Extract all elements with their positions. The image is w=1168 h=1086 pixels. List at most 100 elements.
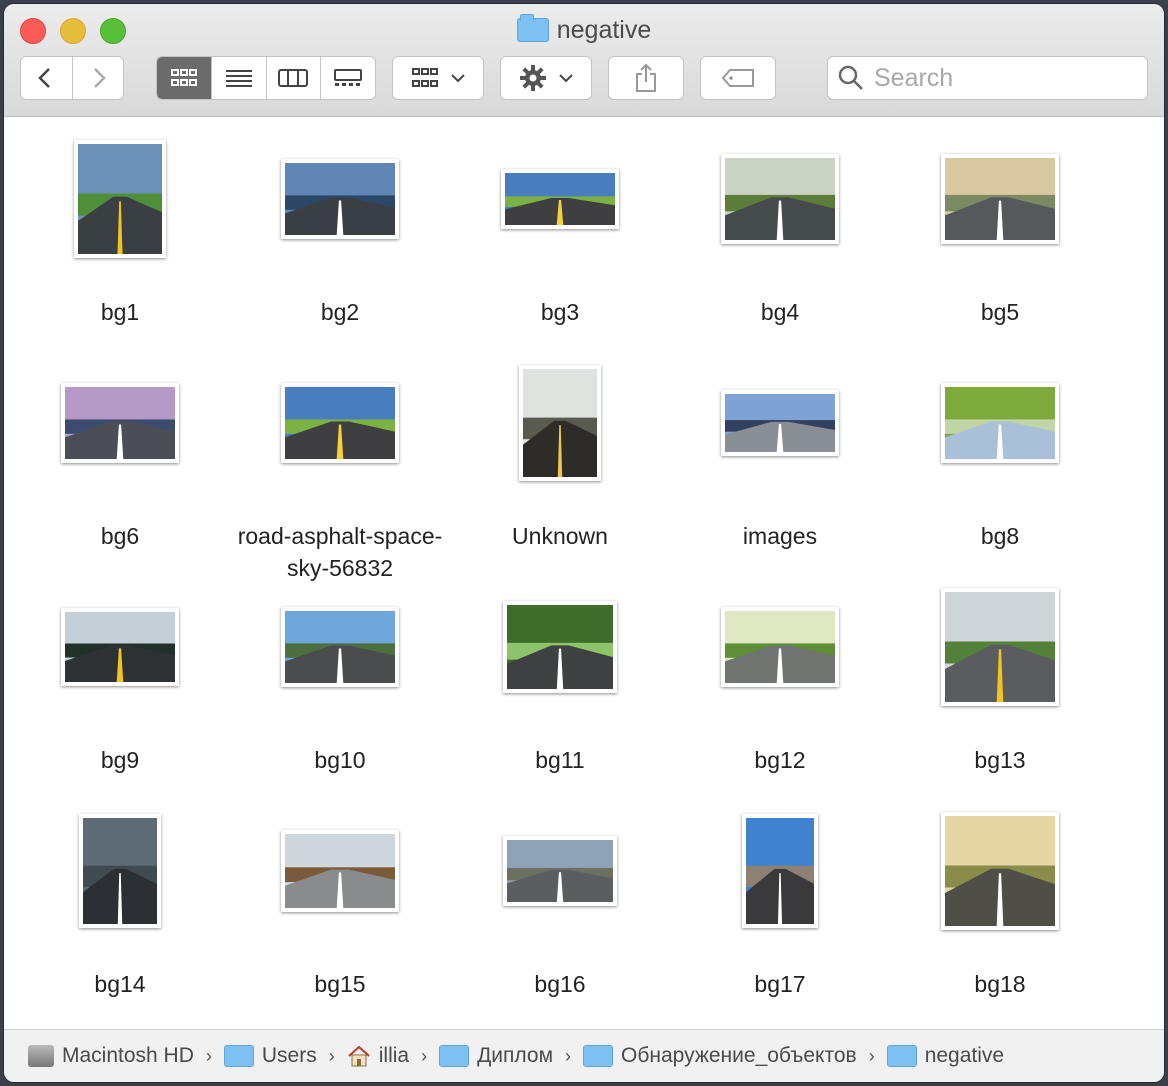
image-preview xyxy=(507,840,613,902)
image-thumbnail[interactable] xyxy=(79,814,161,928)
image-preview xyxy=(945,592,1055,702)
image-preview xyxy=(507,605,613,689)
list-view-icon xyxy=(225,70,252,87)
image-thumbnail[interactable] xyxy=(941,383,1059,463)
thumbnail-frame xyxy=(670,582,890,712)
image-thumbnail[interactable] xyxy=(281,607,399,687)
thumbnail-frame xyxy=(670,134,890,264)
file-name: bg10 xyxy=(314,747,366,773)
forward-button[interactable] xyxy=(73,57,124,99)
image-preview xyxy=(83,818,157,924)
action-button[interactable] xyxy=(500,56,592,100)
view-switcher xyxy=(156,56,376,100)
thumbnail-frame xyxy=(670,358,890,488)
image-thumbnail[interactable] xyxy=(281,159,399,239)
thumbnail-frame xyxy=(670,806,890,936)
path-item-object-detection[interactable]: Обнаружение_объектов xyxy=(583,1044,857,1068)
share-icon xyxy=(636,63,656,92)
thumbnail-frame xyxy=(450,358,670,488)
gear-icon xyxy=(520,65,546,91)
image-thumbnail[interactable] xyxy=(74,140,166,258)
thumbnail-frame xyxy=(10,134,230,264)
thumbnail-frame xyxy=(230,134,450,264)
image-preview xyxy=(65,387,175,459)
file-name: bg4 xyxy=(760,299,800,325)
path-item-macintosh-hd[interactable]: Macintosh HD xyxy=(28,1044,194,1068)
image-preview xyxy=(523,369,597,477)
image-preview xyxy=(746,818,814,924)
image-preview xyxy=(285,387,395,459)
chevron-right-icon: › xyxy=(421,1045,428,1066)
image-thumbnail[interactable] xyxy=(501,169,619,229)
image-thumbnail[interactable] xyxy=(503,601,617,693)
file-name: bg8 xyxy=(980,523,1020,549)
path-item-diplom[interactable]: Диплом xyxy=(439,1044,553,1068)
image-thumbnail[interactable] xyxy=(742,814,818,928)
gallery-view-icon xyxy=(334,69,363,86)
file-name: bg15 xyxy=(314,971,366,997)
share-button[interactable] xyxy=(608,56,684,100)
file-name: images xyxy=(742,523,818,549)
chevron-right-icon: › xyxy=(205,1045,212,1066)
image-preview xyxy=(65,612,175,682)
file-name: bg5 xyxy=(980,299,1020,325)
search-input[interactable] xyxy=(872,62,1126,94)
folder-icon xyxy=(583,1045,614,1067)
thumbnail-frame xyxy=(450,134,670,264)
image-preview xyxy=(285,611,395,683)
image-thumbnail[interactable] xyxy=(941,812,1059,930)
back-button[interactable] xyxy=(21,57,73,99)
thumbnail-frame xyxy=(450,806,670,936)
thumbnail-frame xyxy=(890,134,1110,264)
file-name: bg12 xyxy=(754,747,806,773)
image-thumbnail[interactable] xyxy=(503,836,617,906)
image-thumbnail[interactable] xyxy=(61,383,179,463)
path-item-users[interactable]: Users xyxy=(223,1044,317,1068)
file-grid: bg1 bg2 bg3 bg4 bg5 bg6 road-asphalt-space-sky… xyxy=(4,116,1164,1030)
image-thumbnail[interactable] xyxy=(281,830,399,912)
path-bar: Macintosh HD › Users › illia › Диплом › … xyxy=(4,1029,1164,1082)
image-preview xyxy=(945,158,1055,240)
tag-button[interactable] xyxy=(700,56,776,100)
file-name: bg6 xyxy=(100,523,140,549)
image-thumbnail[interactable] xyxy=(941,588,1059,706)
gallery-view-button[interactable] xyxy=(321,57,375,99)
image-preview xyxy=(725,611,835,683)
file-name: bg9 xyxy=(100,747,140,773)
image-thumbnail[interactable] xyxy=(721,607,839,687)
thumbnail-frame xyxy=(10,358,230,488)
image-preview xyxy=(285,163,395,235)
file-name: bg3 xyxy=(540,299,580,325)
window-title-label: negative xyxy=(556,15,652,44)
search-field[interactable] xyxy=(827,56,1148,100)
folder-icon xyxy=(439,1045,470,1067)
window-title: negative xyxy=(4,12,1164,48)
image-preview xyxy=(285,834,395,908)
chevron-down-icon xyxy=(559,74,573,83)
chevron-right-icon: › xyxy=(328,1045,335,1066)
path-item-negative[interactable]: negative xyxy=(886,1044,1004,1068)
tag-icon xyxy=(721,69,754,87)
file-name: bg2 xyxy=(320,299,360,325)
thumbnail-frame xyxy=(450,582,670,712)
thumbnail-frame xyxy=(890,582,1110,712)
image-thumbnail[interactable] xyxy=(721,154,839,244)
list-view-button[interactable] xyxy=(212,57,267,99)
file-name: bg14 xyxy=(94,971,146,997)
image-thumbnail[interactable] xyxy=(721,390,839,456)
column-view-button[interactable] xyxy=(267,57,322,99)
file-name: bg17 xyxy=(754,971,806,997)
icon-view-button[interactable] xyxy=(157,57,212,99)
group-by-button[interactable] xyxy=(392,56,484,100)
file-name: bg1 xyxy=(100,299,140,325)
image-thumbnail[interactable] xyxy=(519,365,601,481)
thumbnail-frame xyxy=(230,358,450,488)
image-thumbnail[interactable] xyxy=(941,154,1059,244)
image-thumbnail[interactable] xyxy=(61,608,179,686)
file-name: bg16 xyxy=(534,971,586,997)
chevron-down-icon xyxy=(451,74,465,83)
thumbnail-frame xyxy=(890,358,1110,488)
chevron-right-icon: › xyxy=(565,1045,572,1066)
image-thumbnail[interactable] xyxy=(281,383,399,463)
path-item-illia[interactable]: illia xyxy=(347,1044,409,1068)
